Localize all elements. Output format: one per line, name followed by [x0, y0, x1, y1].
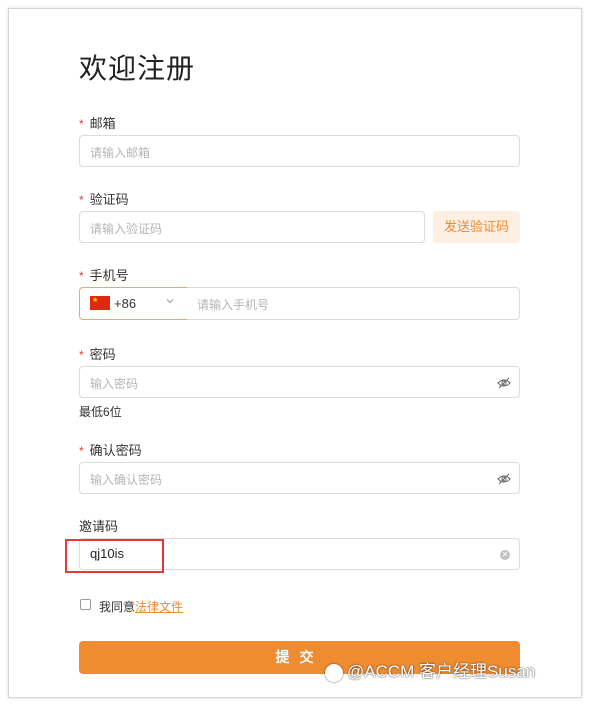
confirm-password-label: * 确认密码 [79, 440, 142, 459]
agree-checkbox[interactable] [80, 599, 91, 610]
required-marker: * [79, 193, 84, 207]
password-field[interactable]: 输入密码 [79, 366, 520, 398]
watermark-text: @ACCM 客户经理Susan [347, 662, 536, 681]
eye-hidden-icon[interactable] [497, 472, 511, 486]
code-label-text: 验证码 [89, 192, 129, 207]
password-label-text: 密码 [89, 347, 116, 362]
required-marker: * [79, 348, 84, 362]
required-marker: * [79, 117, 84, 131]
phone-label: * 手机号 [79, 265, 129, 284]
watermark-logo-icon [325, 663, 343, 682]
required-marker: * [79, 269, 84, 283]
code-field[interactable]: 请输入验证码 [79, 211, 425, 243]
phone-label-text: 手机号 [89, 268, 129, 283]
phone-placeholder: 请输入手机号 [197, 298, 270, 312]
confirm-password-field[interactable]: 输入确认密码 [79, 462, 520, 494]
page-title: 欢迎注册 [79, 53, 196, 84]
country-code-value: +86 [114, 296, 137, 311]
password-hint: 最低6位 [79, 405, 122, 419]
watermark: @ACCM 客户经理Susan [325, 657, 535, 682]
send-code-button[interactable]: 发送验证码 [433, 211, 520, 243]
agreement-label: 我同意 [99, 600, 136, 614]
clear-icon[interactable]: ✕ [500, 550, 510, 560]
email-label: * 邮箱 [79, 113, 116, 132]
password-label: * 密码 [79, 344, 116, 363]
email-field[interactable]: 请输入邮箱 [79, 135, 520, 167]
confirm-password-placeholder: 输入确认密码 [90, 473, 163, 487]
confirm-password-label-text: 确认密码 [89, 443, 142, 458]
eye-hidden-icon[interactable] [497, 376, 511, 390]
registration-window: 欢迎注册 * 邮箱 请输入邮箱 * 验证码 请输入验证码 发送验证码 * 手机号 ★ … [8, 8, 582, 698]
required-marker: * [79, 444, 84, 458]
legal-documents-link[interactable]: 法律文件 [135, 600, 183, 614]
email-label-text: 邮箱 [89, 116, 116, 131]
cn-flag-icon: ★ [90, 296, 110, 310]
agreement-text: 我同意法律文件 [99, 598, 183, 615]
code-placeholder: 请输入验证码 [90, 222, 163, 236]
password-placeholder: 输入密码 [90, 377, 139, 391]
phone-field[interactable]: 请输入手机号 [187, 287, 520, 320]
email-placeholder: 请输入邮箱 [90, 146, 151, 160]
invite-label: 邀请码 [79, 519, 119, 534]
chevron-down-icon [166, 299, 174, 304]
highlight-box [65, 539, 164, 573]
country-code-select[interactable]: ★ +86 [79, 287, 188, 320]
code-label: * 验证码 [79, 189, 129, 208]
